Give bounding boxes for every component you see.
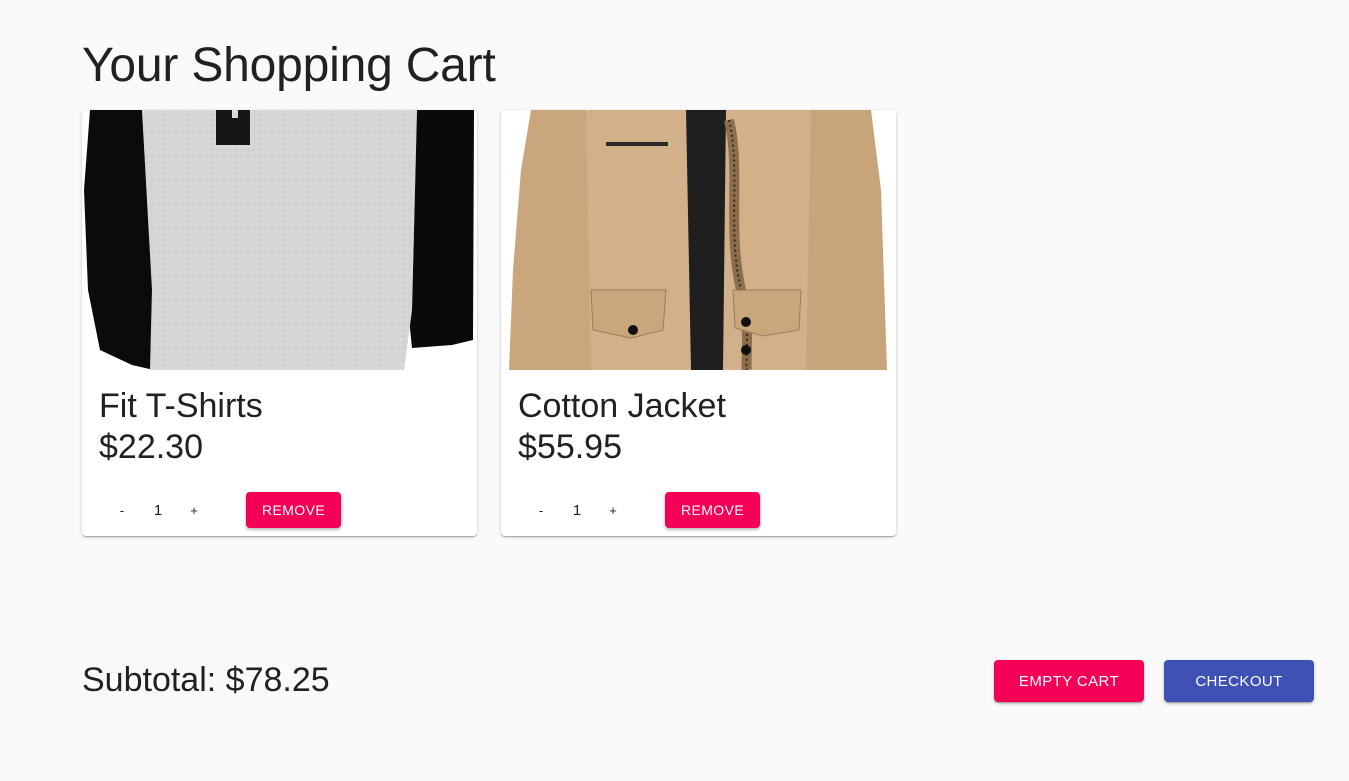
item-price: $22.30	[99, 428, 203, 466]
checkout-button[interactable]: CHECKOUT	[1164, 660, 1314, 702]
empty-cart-button[interactable]: EMPTY CART	[994, 660, 1144, 702]
decrease-quantity-button[interactable]: -	[106, 494, 138, 526]
card-content: Fit T-Shirts $22.30	[99, 386, 263, 468]
item-name: Cotton Jacket	[518, 387, 726, 425]
subtotal-text: Subtotal: $78.25	[82, 661, 330, 699]
quantity-value: 1	[153, 501, 163, 519]
jacket-image-icon	[501, 110, 896, 370]
page-title: Your Shopping Cart	[82, 39, 496, 92]
remove-button[interactable]: REMOVE	[246, 492, 342, 528]
remove-button[interactable]: REMOVE	[665, 492, 761, 528]
increase-quantity-button[interactable]: +	[597, 494, 629, 526]
cart-page: Your Shopping Cart Fit T-Shirts $22.30 -…	[0, 0, 1349, 781]
cart-footer-actions: EMPTY CART CHECKOUT	[994, 660, 1314, 702]
decrease-quantity-button[interactable]: -	[525, 494, 557, 526]
increase-quantity-button[interactable]: +	[178, 494, 210, 526]
product-image	[501, 110, 896, 370]
cart-item-card: Cotton Jacket $55.95 - 1 + REMOVE	[501, 110, 896, 536]
product-image	[82, 110, 477, 370]
quantity-value: 1	[572, 501, 582, 519]
cart-item-card: Fit T-Shirts $22.30 - 1 + REMOVE	[82, 110, 477, 536]
card-content: Cotton Jacket $55.95	[518, 386, 726, 468]
item-price: $55.95	[518, 428, 622, 466]
cart-items-grid: Fit T-Shirts $22.30 - 1 + REMOVE Cotton …	[82, 110, 896, 536]
tshirt-image-icon	[82, 110, 477, 370]
card-actions: - 1 + REMOVE	[525, 492, 761, 528]
card-actions: - 1 + REMOVE	[106, 492, 342, 528]
item-name: Fit T-Shirts	[99, 387, 263, 425]
